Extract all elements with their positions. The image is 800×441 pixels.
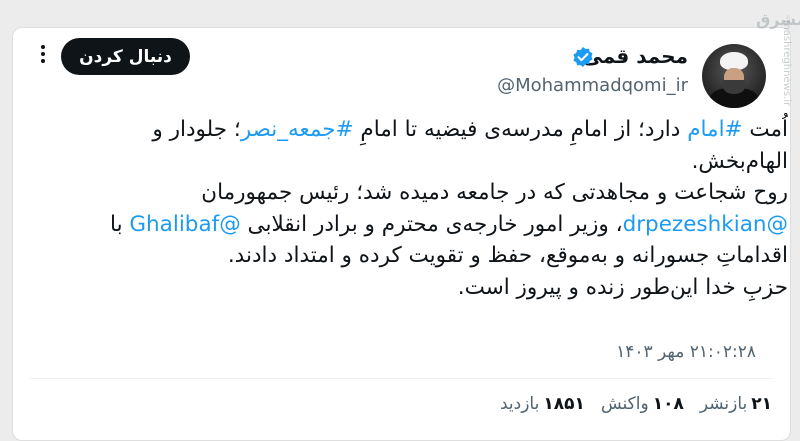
watermark-text: mashreghnews.ir <box>781 20 792 107</box>
hashtag-link[interactable]: #جمعه_نصر <box>241 117 354 142</box>
more-dots-icon[interactable] <box>36 43 50 65</box>
author-name[interactable]: محمد قمی <box>583 44 688 68</box>
retweets-stat[interactable]: ۲۱بازنشر <box>700 394 772 414</box>
tweet-text: اُمت #امام دارد؛ از امامِ مدرسه‌ی فیضیه … <box>60 114 788 303</box>
mention-link[interactable]: @drpezeshkian <box>623 212 788 237</box>
verified-badge-icon <box>573 47 593 67</box>
reactions-stat[interactable]: ۱۰۸واکنش <box>601 394 684 414</box>
tweet-paragraph: اُمت #امام دارد؛ از امامِ مدرسه‌ی فیضیه … <box>152 117 788 174</box>
avatar[interactable] <box>702 44 766 108</box>
tweet-timestamp[interactable]: ۲۱:۰۲:۲۸ مهر ۱۴۰۳ <box>616 342 756 362</box>
tweet-paragraph: روح شجاعت و مجاهدتی که در جامعه دمیده شد… <box>110 180 788 268</box>
tweet-stats: ۲۱بازنشر ۱۰۸واکنش ۱۸۵۱بازدید <box>500 394 772 414</box>
author-handle[interactable]: @Mohammadqomi_ir <box>497 75 688 96</box>
follow-button[interactable]: دنبال کردن <box>61 38 190 75</box>
browser-top-strip <box>0 0 800 30</box>
hashtag-link[interactable]: #امام <box>687 117 742 142</box>
tweet-paragraph: حزبِ خدا این‌طور زنده و پیروز است. <box>457 274 788 300</box>
mention-link[interactable]: @Ghalibaf <box>129 212 240 237</box>
views-stat[interactable]: ۱۸۵۱بازدید <box>500 394 585 414</box>
divider <box>30 378 774 379</box>
